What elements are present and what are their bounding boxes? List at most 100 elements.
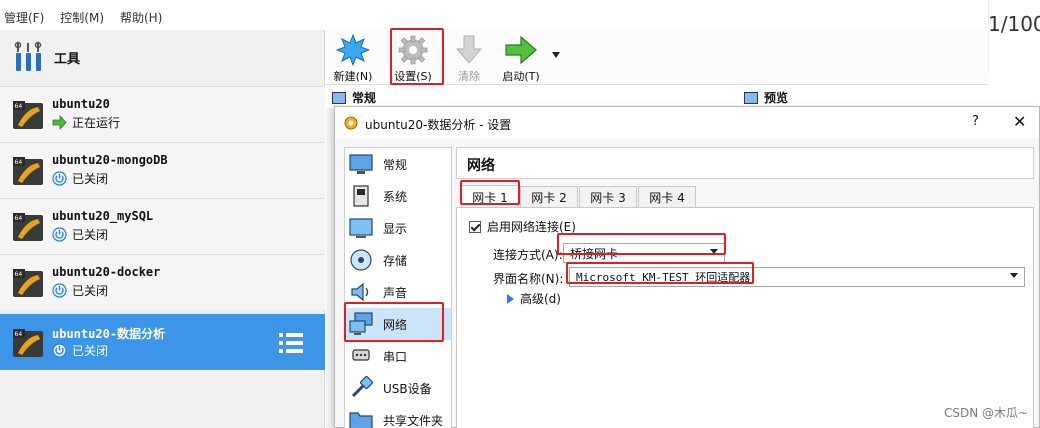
- dialog-title: ubuntu20-数据分析 - 设置: [365, 118, 512, 132]
- help-button[interactable]: ?: [972, 114, 979, 129]
- category-network[interactable]: 网络: [345, 308, 451, 340]
- details-header-strip: 常规 预览: [326, 86, 988, 108]
- shared-folder-icon: [349, 412, 373, 428]
- category-label: 系统: [383, 189, 408, 204]
- vm-sidebar: 工具 64 ubuntu20 正在运行 64 ubuntu20-mongoDB: [0, 30, 325, 428]
- tools-row[interactable]: 工具: [0, 30, 325, 84]
- vm-status-text: 已关闭: [72, 344, 109, 358]
- tab-adapter-2[interactable]: 网卡 2: [520, 186, 578, 208]
- svg-text:64: 64: [15, 331, 23, 338]
- category-label: 网络: [383, 317, 408, 332]
- category-system[interactable]: 系统: [345, 180, 451, 212]
- vm-status-text: 正在运行: [72, 116, 121, 130]
- ubuntu-vm-icon: 64: [13, 101, 43, 129]
- menu-bar: 管理(F) 控制(M) 帮助(H): [0, 0, 988, 34]
- attached-to-label: 连接方式(A):: [493, 248, 563, 262]
- category-usb[interactable]: USB设备: [345, 372, 451, 404]
- vm-list-item-selected[interactable]: 64 ubuntu20-数据分析 已关闭: [0, 314, 325, 370]
- main-toolbar: 新建(N) 设置(S) 清除 启动(T): [326, 30, 988, 85]
- category-label: 存储: [383, 253, 408, 268]
- new-button[interactable]: 新建(N): [328, 34, 378, 84]
- category-label: 串口: [383, 349, 408, 364]
- vm-status: 已关闭: [52, 282, 108, 299]
- interface-name-label: 界面名称(N):: [493, 272, 564, 286]
- new-label: 新建(N): [333, 70, 373, 83]
- vm-status: 已关闭: [52, 226, 108, 243]
- settings-label: 设置(S): [394, 70, 432, 83]
- discard-label: 清除: [458, 70, 480, 83]
- category-label: 常规: [383, 157, 408, 172]
- vm-name: ubuntu20-mongoDB: [52, 153, 168, 167]
- category-label: 声音: [383, 285, 408, 300]
- settings-button[interactable]: 设置(S): [388, 34, 438, 84]
- enable-network-checkbox[interactable]: [469, 220, 481, 233]
- expand-triangle-icon: [507, 293, 514, 304]
- running-arrow-icon: [52, 115, 67, 130]
- power-off-icon: [52, 171, 67, 186]
- vm-list-item[interactable]: 64 ubuntu20 正在运行: [0, 86, 325, 142]
- interface-name-select[interactable]: Microsoft KM-TEST 环回适配器: [569, 267, 1025, 287]
- tools-label: 工具: [54, 52, 81, 67]
- tab-label: 网卡 2: [531, 191, 567, 205]
- serial-port-icon: [352, 349, 370, 361]
- tab-adapter-4[interactable]: 网卡 4: [638, 186, 696, 208]
- vm-status-text: 已关闭: [72, 172, 109, 186]
- vm-name: ubuntu20-数据分析: [52, 327, 166, 341]
- category-label: 显示: [383, 221, 408, 236]
- vm-status: 已关闭: [52, 170, 108, 187]
- general-section-header: 常规: [332, 89, 376, 106]
- network-icon: [349, 312, 373, 335]
- vm-list-item[interactable]: 64 ubuntu20-mongoDB 已关闭: [0, 142, 325, 198]
- vm-list-item[interactable]: 64 ubuntu20-docker 已关闭: [0, 254, 325, 310]
- pane-title: 网络: [467, 158, 495, 174]
- background-counter: 1/100: [988, 12, 1040, 36]
- menu-control[interactable]: 控制(M): [60, 9, 104, 26]
- monitor-icon: [744, 91, 758, 104]
- category-storage[interactable]: 存储: [345, 244, 451, 276]
- settings-category-list: 常规 系统 显示 存储 声音 网络 串口 USB设备 共享文件夹: [344, 147, 452, 428]
- start-dropdown-icon[interactable]: [552, 52, 560, 58]
- chevron-down-icon: [710, 249, 718, 254]
- display-icon: [349, 218, 373, 238]
- new-star-icon: [336, 34, 370, 66]
- vm-name: ubuntu20_mySQL: [52, 209, 154, 223]
- category-label: USB设备: [383, 381, 432, 396]
- ubuntu-vm-icon: 64: [13, 269, 43, 297]
- discard-button[interactable]: 清除: [444, 34, 494, 84]
- chevron-down-icon: [1010, 273, 1018, 278]
- power-off-icon: [52, 343, 67, 358]
- category-general[interactable]: 常规: [345, 148, 451, 180]
- start-button[interactable]: 启动(T): [496, 34, 546, 84]
- category-shared-folders[interactable]: 共享文件夹: [345, 404, 451, 428]
- menu-help[interactable]: 帮助(H): [120, 9, 162, 26]
- gear-icon: [398, 35, 428, 65]
- tab-adapter-1[interactable]: 网卡 1: [461, 185, 519, 208]
- svg-text:64: 64: [15, 215, 23, 222]
- category-display[interactable]: 显示: [345, 212, 451, 244]
- usb-icon: [351, 376, 373, 398]
- pane-title-box: 网络: [456, 147, 1034, 179]
- power-off-icon: [52, 283, 67, 298]
- attached-to-select[interactable]: 桥接网卡: [563, 243, 725, 263]
- vm-list-item[interactable]: 64 ubuntu20_mySQL 已关闭: [0, 198, 325, 254]
- close-button[interactable]: ✕: [1013, 112, 1026, 131]
- interface-name-value: Microsoft KM-TEST 环回适配器: [576, 271, 751, 284]
- start-arrow-icon: [505, 35, 537, 65]
- preview-section-header: 预览: [744, 89, 788, 106]
- details-pane: [326, 108, 334, 428]
- vm-status: 已关闭: [52, 342, 108, 359]
- dialog-titlebar: ubuntu20-数据分析 - 设置 ? ✕: [335, 107, 1039, 139]
- vm-status-text: 已关闭: [72, 284, 109, 298]
- category-serial-port[interactable]: 串口: [345, 340, 451, 372]
- advanced-expander[interactable]: 高级(d): [507, 290, 561, 307]
- tools-icon: [14, 41, 42, 71]
- tab-label: 网卡 3: [590, 191, 626, 205]
- tab-label: 网卡 1: [472, 190, 508, 205]
- enable-network-row[interactable]: 启用网络连接(E): [469, 218, 576, 235]
- gear-icon: [344, 116, 358, 130]
- category-audio[interactable]: 声音: [345, 276, 451, 308]
- menu-machine[interactable]: 管理(F): [4, 9, 44, 26]
- power-off-icon: [52, 227, 67, 242]
- tab-adapter-3[interactable]: 网卡 3: [579, 186, 637, 208]
- list-menu-icon[interactable]: [278, 331, 304, 355]
